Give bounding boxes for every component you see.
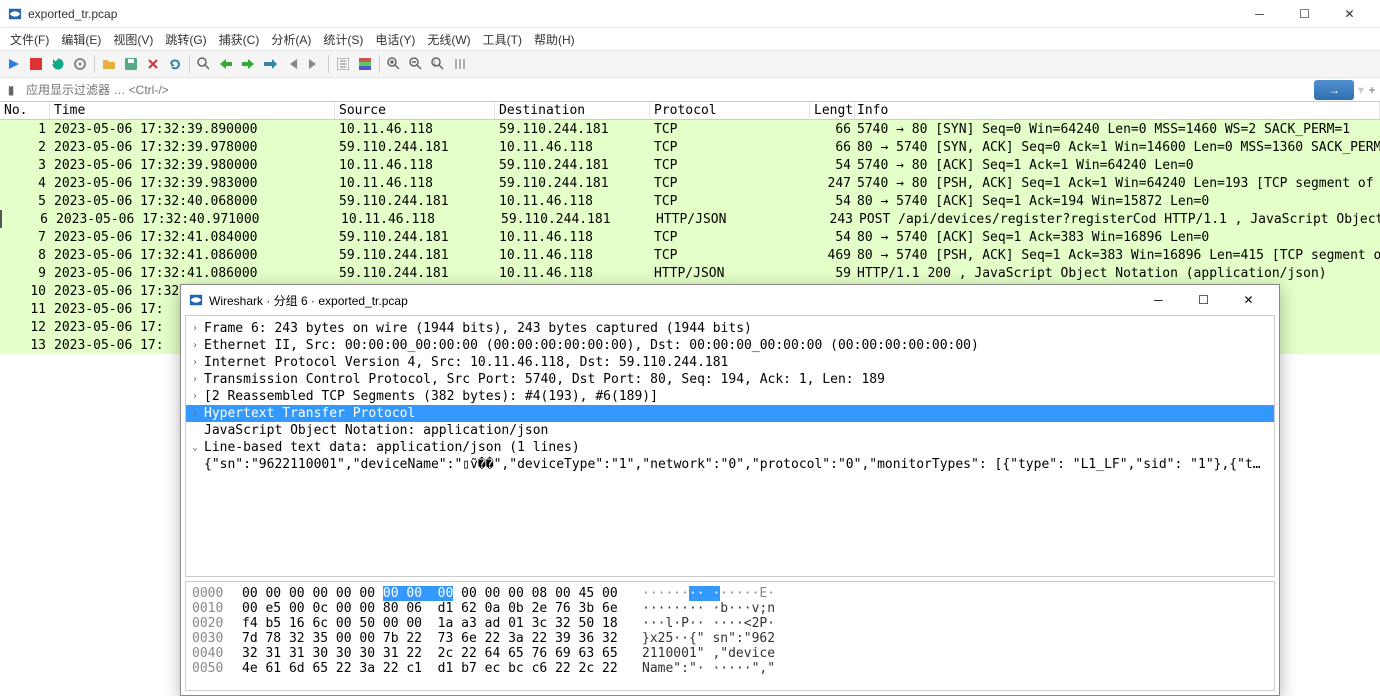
hex-row[interactable]: 0020f4 b5 16 6c 00 50 00 00 1a a3 ad 01 …: [192, 616, 1268, 631]
open-file-icon[interactable]: [99, 54, 119, 74]
popup-title: Wireshark · 分组 6 · exported_tr.pcap: [209, 292, 1136, 309]
minimize-button[interactable]: ─: [1237, 0, 1282, 28]
restart-capture-icon[interactable]: [48, 54, 68, 74]
wireshark-icon: [189, 293, 203, 307]
detail-tree-item[interactable]: ›[2 Reassembled TCP Segments (382 bytes)…: [186, 388, 1274, 405]
column-protocol[interactable]: Protocol: [650, 102, 810, 119]
packet-row[interactable]: 12023-05-06 17:32:39.89000010.11.46.1185…: [0, 120, 1380, 138]
menu-item[interactable]: 捕获(C): [213, 29, 266, 50]
go-to-icon[interactable]: [260, 54, 280, 74]
detail-tree-item[interactable]: ›Frame 6: 243 bytes on wire (1944 bits),…: [186, 320, 1274, 337]
wireshark-icon: [8, 7, 22, 21]
column-length[interactable]: Length: [810, 102, 855, 119]
main-toolbar: 1: [0, 50, 1380, 78]
toolbar-separator: [379, 55, 380, 73]
window-title: exported_tr.pcap: [28, 7, 1237, 21]
menu-item[interactable]: 电话(Y): [369, 29, 421, 50]
menu-item[interactable]: 视图(V): [107, 29, 159, 50]
hex-dump-pane[interactable]: 000000 00 00 00 00 00 00 00 00 00 00 00 …: [185, 581, 1275, 691]
packet-row[interactable]: 72023-05-06 17:32:41.08400059.110.244.18…: [0, 228, 1380, 246]
detail-tree-item[interactable]: ›Internet Protocol Version 4, Src: 10.11…: [186, 354, 1274, 371]
apply-filter-button[interactable]: →: [1314, 80, 1354, 100]
menu-item[interactable]: 无线(W): [421, 29, 476, 50]
toolbar-separator: [189, 55, 190, 73]
go-forward-icon[interactable]: [238, 54, 258, 74]
bookmark-icon[interactable]: ▮: [0, 83, 22, 97]
resize-columns-icon[interactable]: [450, 54, 470, 74]
zoom-in-icon[interactable]: [384, 54, 404, 74]
close-button[interactable]: ✕: [1327, 0, 1372, 28]
column-no[interactable]: No.: [0, 102, 50, 119]
toolbar-separator: [328, 55, 329, 73]
go-first-icon[interactable]: [282, 54, 302, 74]
detail-tree-item[interactable]: {"sn":"9622110001","deviceName":"▯ṽ��","…: [186, 456, 1274, 473]
go-last-icon[interactable]: [304, 54, 324, 74]
toolbar-separator: [94, 55, 95, 73]
hex-row[interactable]: 00307d 78 32 35 00 00 7b 22 73 6e 22 3a …: [192, 631, 1268, 646]
menu-item[interactable]: 分析(A): [265, 29, 317, 50]
column-time[interactable]: Time: [50, 102, 335, 119]
packet-row[interactable]: 22023-05-06 17:32:39.97800059.110.244.18…: [0, 138, 1380, 156]
popup-minimize-button[interactable]: ─: [1136, 285, 1181, 315]
detail-tree-item[interactable]: ⌄Line-based text data: application/json …: [186, 439, 1274, 456]
detail-tree-item[interactable]: ›Transmission Control Protocol, Src Port…: [186, 371, 1274, 388]
menu-item[interactable]: 帮助(H): [528, 29, 581, 50]
zoom-reset-icon[interactable]: 1: [428, 54, 448, 74]
start-capture-icon[interactable]: [4, 54, 24, 74]
column-source[interactable]: Source: [335, 102, 495, 119]
save-icon[interactable]: [121, 54, 141, 74]
packet-detail-tree[interactable]: ›Frame 6: 243 bytes on wire (1944 bits),…: [185, 315, 1275, 577]
packet-row[interactable]: 92023-05-06 17:32:41.08600059.110.244.18…: [0, 264, 1380, 282]
menu-item[interactable]: 文件(F): [4, 29, 55, 50]
popup-maximize-button[interactable]: ☐: [1181, 285, 1226, 315]
menu-item[interactable]: 跳转(G): [159, 29, 212, 50]
hex-row[interactable]: 000000 00 00 00 00 00 00 00 00 00 00 00 …: [192, 586, 1268, 601]
packet-row[interactable]: 52023-05-06 17:32:40.06800059.110.244.18…: [0, 192, 1380, 210]
menubar: 文件(F)编辑(E)视图(V)跳转(G)捕获(C)分析(A)统计(S)电话(Y)…: [0, 28, 1380, 50]
add-filter-button[interactable]: +: [1364, 83, 1380, 97]
display-filter-bar: ▮ → ▾ +: [0, 78, 1380, 102]
detail-tree-item[interactable]: ›Hypertext Transfer Protocol: [186, 405, 1274, 422]
popup-close-button[interactable]: ✕: [1226, 285, 1271, 315]
column-info[interactable]: Info: [855, 102, 1380, 119]
detail-tree-item[interactable]: JavaScript Object Notation: application/…: [186, 422, 1274, 439]
packet-row[interactable]: 32023-05-06 17:32:39.98000010.11.46.1185…: [0, 156, 1380, 174]
packet-row[interactable]: 82023-05-06 17:32:41.08600059.110.244.18…: [0, 246, 1380, 264]
go-back-icon[interactable]: [216, 54, 236, 74]
display-filter-input[interactable]: [22, 81, 1314, 99]
column-destination[interactable]: Destination: [495, 102, 650, 119]
zoom-out-icon[interactable]: [406, 54, 426, 74]
menu-item[interactable]: 编辑(E): [55, 29, 107, 50]
menu-item[interactable]: 统计(S): [317, 29, 369, 50]
stop-capture-icon[interactable]: [26, 54, 46, 74]
main-titlebar: exported_tr.pcap ─ ☐ ✕: [0, 0, 1380, 28]
reload-icon[interactable]: [165, 54, 185, 74]
menu-item[interactable]: 工具(T): [477, 29, 528, 50]
packet-row[interactable]: 62023-05-06 17:32:40.97100010.11.46.1185…: [0, 210, 1380, 228]
maximize-button[interactable]: ☐: [1282, 0, 1327, 28]
detail-tree-item[interactable]: ›Ethernet II, Src: 00:00:00_00:00:00 (00…: [186, 337, 1274, 354]
auto-scroll-icon[interactable]: [333, 54, 353, 74]
options-icon[interactable]: [70, 54, 90, 74]
packet-row[interactable]: 42023-05-06 17:32:39.98300010.11.46.1185…: [0, 174, 1380, 192]
colorize-icon[interactable]: [355, 54, 375, 74]
hex-row[interactable]: 001000 e5 00 0c 00 00 80 06 d1 62 0a 0b …: [192, 601, 1268, 616]
packet-list-header: No. Time Source Destination Protocol Len…: [0, 102, 1380, 120]
close-file-icon[interactable]: [143, 54, 163, 74]
hex-row[interactable]: 00504e 61 6d 65 22 3a 22 c1 d1 b7 ec bc …: [192, 661, 1268, 676]
hex-row[interactable]: 004032 31 31 30 30 30 31 22 2c 22 64 65 …: [192, 646, 1268, 661]
find-icon[interactable]: [194, 54, 214, 74]
packet-detail-window: Wireshark · 分组 6 · exported_tr.pcap ─ ☐ …: [180, 284, 1280, 696]
popup-titlebar: Wireshark · 分组 6 · exported_tr.pcap ─ ☐ …: [181, 285, 1279, 315]
